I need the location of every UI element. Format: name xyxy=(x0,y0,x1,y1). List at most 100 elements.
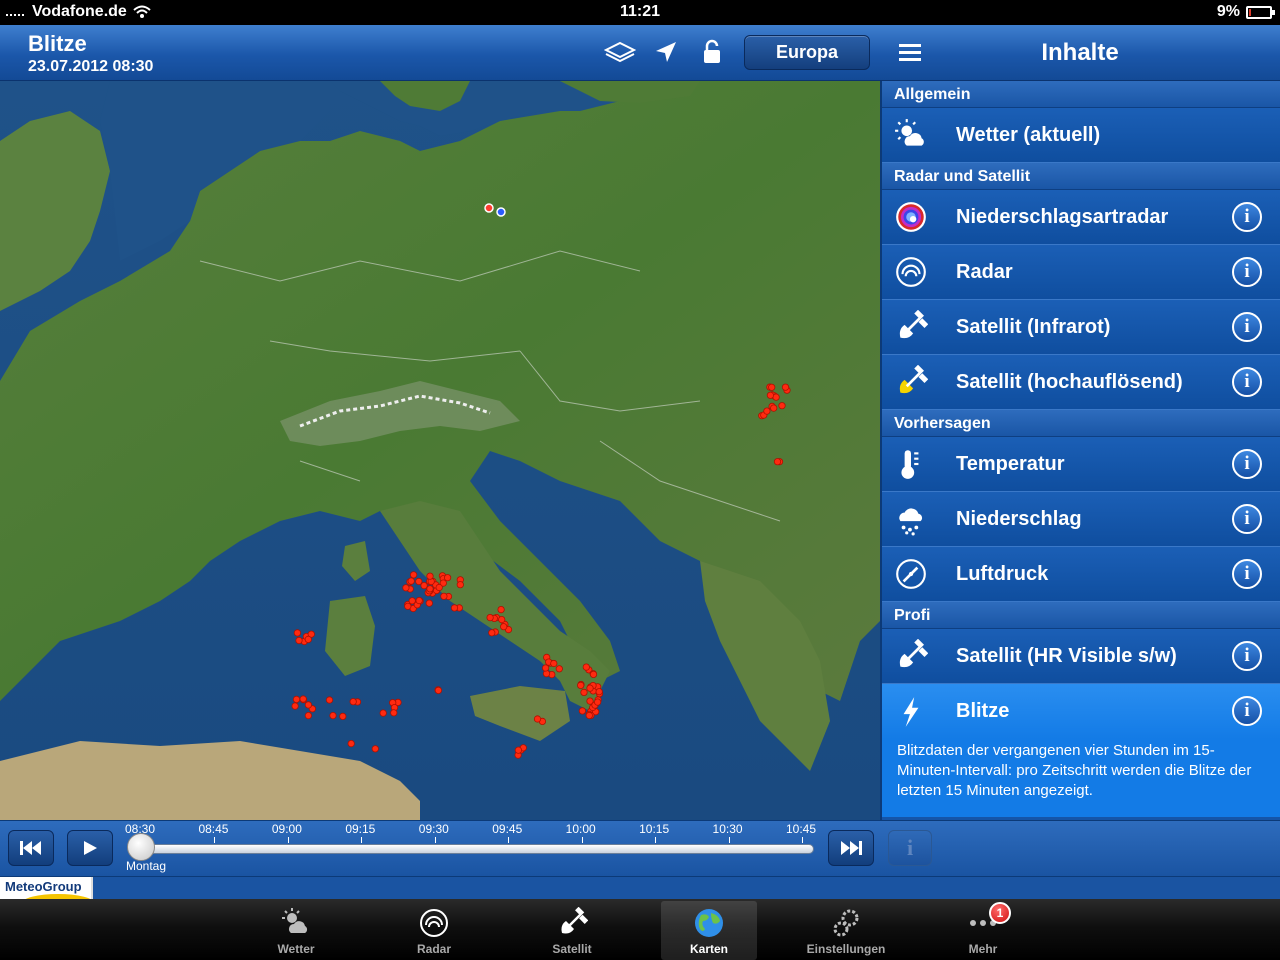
satellite-icon xyxy=(556,905,588,941)
lightning-strike-mark xyxy=(541,664,550,672)
battery-indicator: 9% xyxy=(1216,3,1275,21)
timeline-slider-handle[interactable] xyxy=(127,833,155,861)
info-icon[interactable]: i xyxy=(1232,641,1262,671)
lightning-strike-mark xyxy=(781,383,790,391)
region-button[interactable]: Europa xyxy=(744,35,870,70)
lightning-strike-mark xyxy=(426,572,434,580)
lightning-strike-mark xyxy=(425,599,433,607)
layers-icon[interactable] xyxy=(603,37,637,67)
timeline-tick-label: 10:30 xyxy=(712,822,743,836)
timeline-tick-label: 09:15 xyxy=(345,822,376,836)
info-icon[interactable]: i xyxy=(1232,504,1262,534)
lightning-strike-mark xyxy=(329,711,337,720)
content-item-niederschlagsartradar[interactable]: Niederschlagsartradar i xyxy=(882,190,1280,245)
content-item-niederschlag[interactable]: Niederschlag i xyxy=(882,492,1280,547)
rain-cloud-icon xyxy=(882,492,940,547)
content-item-label: Niederschlag xyxy=(956,507,1082,530)
timeline-tick-mark xyxy=(361,837,363,843)
lightning-strike-mark xyxy=(426,585,434,593)
tab-wetter[interactable]: Wetter xyxy=(248,901,344,960)
lightning-strike-mark xyxy=(766,391,775,399)
info-icon[interactable]: i xyxy=(1232,367,1262,397)
info-icon[interactable]: i xyxy=(1232,312,1262,342)
content-item-wetter-aktuell[interactable]: Wetter (aktuell) xyxy=(882,108,1280,163)
timeline-tick-mark xyxy=(287,837,289,843)
section-header: Vorhersagen xyxy=(882,410,1280,437)
timeline-tick-label: 10:45 xyxy=(786,822,817,836)
content-item-temperatur[interactable]: Temperatur i xyxy=(882,437,1280,492)
tab-label: Mehr xyxy=(968,942,998,956)
timeline-tick-label: 08:45 xyxy=(198,822,229,836)
tab-mehr[interactable]: Mehr 1 xyxy=(935,901,1031,960)
content-item-satellit-hochauflösend[interactable]: Satellit (hochauflösend) i xyxy=(882,355,1280,410)
timeline-info-button[interactable]: i xyxy=(888,830,932,866)
timeline-tick-mark xyxy=(581,837,583,843)
tab-karten[interactable]: Karten xyxy=(661,901,757,960)
battery-percent: 9% xyxy=(1216,3,1240,20)
content-item-label: Blitze xyxy=(956,700,1010,722)
satellite-icon xyxy=(882,300,940,355)
info-icon[interactable]: i xyxy=(1232,559,1262,589)
lightning-strike-mark xyxy=(390,709,398,717)
lightning-strike-mark xyxy=(325,696,334,704)
content-item-satellit-hr-visible-s-w[interactable]: Satellit (HR Visible s/w) i xyxy=(882,629,1280,684)
timeline-tick-label: 09:30 xyxy=(418,822,449,836)
tab-label: Satellit xyxy=(552,942,592,956)
lightning-strike-mark xyxy=(577,681,585,690)
radar-icon xyxy=(418,905,450,941)
lightning-strike-mark xyxy=(768,383,776,391)
lightning-strike-mark xyxy=(415,596,423,605)
forward-button[interactable] xyxy=(828,830,874,866)
lightning-strike-mark xyxy=(291,702,299,710)
lightning-strike-mark xyxy=(582,663,590,671)
lightning-strike-mark xyxy=(533,715,542,723)
thermometer-icon xyxy=(882,437,940,492)
map-title: Blitze xyxy=(28,31,87,56)
meteogroup-logo[interactable]: MeteoGroup xyxy=(0,877,93,900)
lightning-strike-mark xyxy=(585,711,593,720)
lightning-strike-mark xyxy=(304,711,312,720)
info-icon[interactable]: i xyxy=(1232,449,1262,479)
timeline-tick-mark xyxy=(655,837,657,843)
timeline-tick-mark xyxy=(214,837,216,843)
contents-header: Inhalte xyxy=(880,25,1280,81)
clock: 11:21 xyxy=(619,3,661,20)
lightning-strike-mark xyxy=(486,613,494,622)
lightning-strike-mark xyxy=(435,583,443,592)
play-button[interactable] xyxy=(67,830,113,866)
lightning-map[interactable] xyxy=(0,81,880,820)
lightning-strike-mark xyxy=(514,746,523,754)
lightning-strike-mark xyxy=(409,571,418,579)
content-item-label: Luftdruck xyxy=(956,562,1049,585)
tab-satellit[interactable]: Satellit xyxy=(524,901,620,960)
tab-label: Wetter xyxy=(277,942,315,956)
info-icon[interactable]: i xyxy=(1232,257,1262,287)
content-item-luftdruck[interactable]: Luftdruck i xyxy=(882,547,1280,602)
unlock-icon[interactable] xyxy=(695,37,729,67)
rewind-button[interactable] xyxy=(8,830,54,866)
info-icon[interactable]: i xyxy=(1232,696,1262,726)
battery-icon xyxy=(1246,5,1275,19)
lightning-strike-mark xyxy=(402,584,410,592)
content-item-satellit-infrarot[interactable]: Satellit (Infrarot) i xyxy=(882,300,1280,355)
tab-einstellungen[interactable]: Einstellungen xyxy=(798,901,894,960)
lightning-strike-mark xyxy=(349,698,357,706)
content-item-blitze[interactable]: Blitze i xyxy=(882,684,1280,739)
lightning-strike-mark xyxy=(404,602,412,610)
globe-icon xyxy=(693,905,725,941)
contents-panel: Allgemein Wetter (aktuell) Radar und Satel… xyxy=(880,81,1280,820)
lightning-strike-mark xyxy=(589,670,598,679)
info-icon[interactable]: i xyxy=(1232,202,1262,232)
gears-icon xyxy=(830,905,862,941)
timeline-track[interactable] xyxy=(130,844,814,854)
tab-radar[interactable]: Radar xyxy=(386,901,482,960)
lightning-strike-mark xyxy=(555,665,563,673)
europe-map[interactable] xyxy=(0,81,880,820)
lightning-strike-mark xyxy=(450,604,459,612)
timeline-bar: 08:30 08:45 09:00 09:15 09:30 09:45 10:00 10:15… xyxy=(0,820,1280,876)
logo-text: MeteoGroup xyxy=(5,879,82,894)
lightning-strike-mark xyxy=(304,635,312,644)
content-item-radar[interactable]: Radar i xyxy=(882,245,1280,300)
location-arrow-icon[interactable] xyxy=(649,37,683,67)
timeline-tick-label: 10:00 xyxy=(565,822,596,836)
